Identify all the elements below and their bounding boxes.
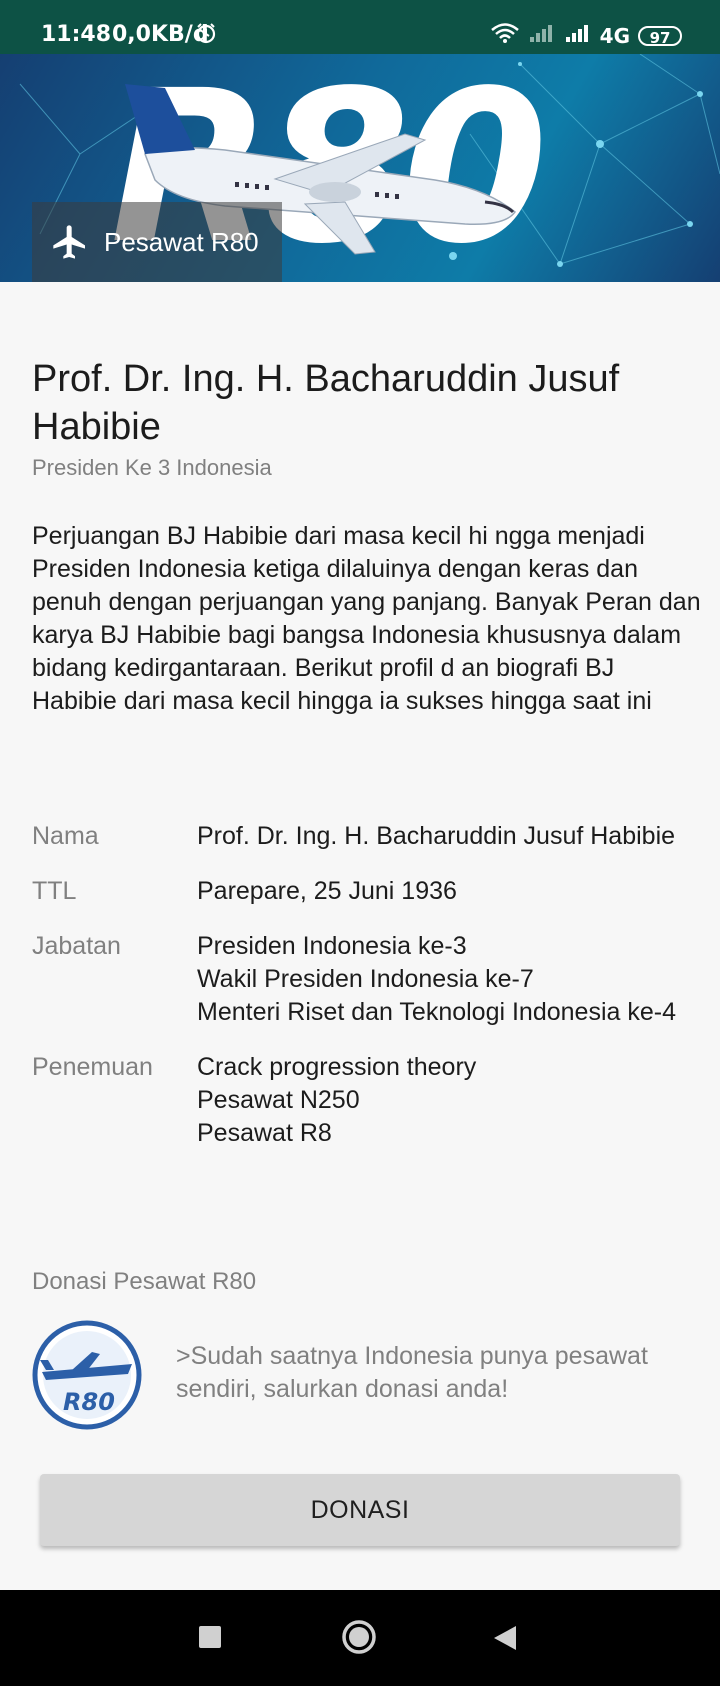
back-icon[interactable] [492, 1624, 518, 1652]
status-bar: 11:48 0,0KB/d 4G 97 [0, 0, 720, 54]
profile-name: Prof. Dr. Ing. H. Bacharuddin Jusuf Habi… [32, 358, 620, 448]
donation-logo-text: R80 [63, 1388, 115, 1416]
header-title: Pesawat R80 [104, 226, 259, 257]
info-row-jabatan: Jabatan Presiden Indonesia ke-3 Wakil Pr… [32, 930, 702, 1029]
network-type: 4G [599, 24, 630, 48]
info-value: Crack progression theory Pesawat N250 Pe… [197, 1053, 477, 1147]
donate-button[interactable]: DONASI [40, 1474, 680, 1546]
airplane-icon [53, 225, 85, 259]
wifi-icon [490, 22, 520, 50]
signal-strong-icon [564, 23, 592, 49]
header-title-chip: Pesawat R80 [32, 202, 282, 282]
info-value: Parepare, 25 Juni 1936 [197, 877, 457, 905]
info-label: TTL [32, 877, 77, 905]
alarm-icon [195, 22, 217, 50]
battery-icon: 97 [638, 26, 682, 47]
info-row-ttl: TTL Parepare, 25 Juni 1936 [32, 875, 702, 908]
info-row-nama: Nama Prof. Dr. Ing. H. Bacharuddin Jusuf… [32, 820, 702, 853]
status-icons: 4G 97 [490, 22, 682, 50]
info-label: Jabatan [32, 932, 121, 960]
navigation-bar [0, 1590, 720, 1686]
info-table: Nama Prof. Dr. Ing. H. Bacharuddin Jusuf… [32, 820, 702, 1172]
signal-weak-icon [528, 23, 556, 49]
r80-donation-logo: R80 [32, 1320, 142, 1430]
profile-bio: Perjuangan BJ Habibie dari masa kecil hi… [32, 522, 701, 715]
info-label: Nama [32, 822, 99, 850]
info-label: Penemuan [32, 1053, 153, 1081]
home-icon[interactable] [340, 1618, 378, 1656]
header-banner: R80 Pesawat R80 [0, 54, 720, 282]
recent-apps-icon[interactable] [198, 1625, 222, 1649]
info-value: Prof. Dr. Ing. H. Bacharuddin Jusuf Habi… [197, 822, 676, 850]
donation-section-title: Donasi Pesawat R80 [32, 1268, 257, 1295]
info-row-penemuan: Penemuan Crack progression theory Pesawa… [32, 1051, 702, 1150]
info-value: Presiden Indonesia ke-3 Wakil Presiden I… [197, 932, 676, 1026]
status-time: 11:48 [41, 22, 112, 47]
profile-subtitle: Presiden Ke 3 Indonesia [32, 455, 272, 480]
donation-message: >Sudah saatnya Indonesia punya pesawat s… [176, 1342, 648, 1403]
